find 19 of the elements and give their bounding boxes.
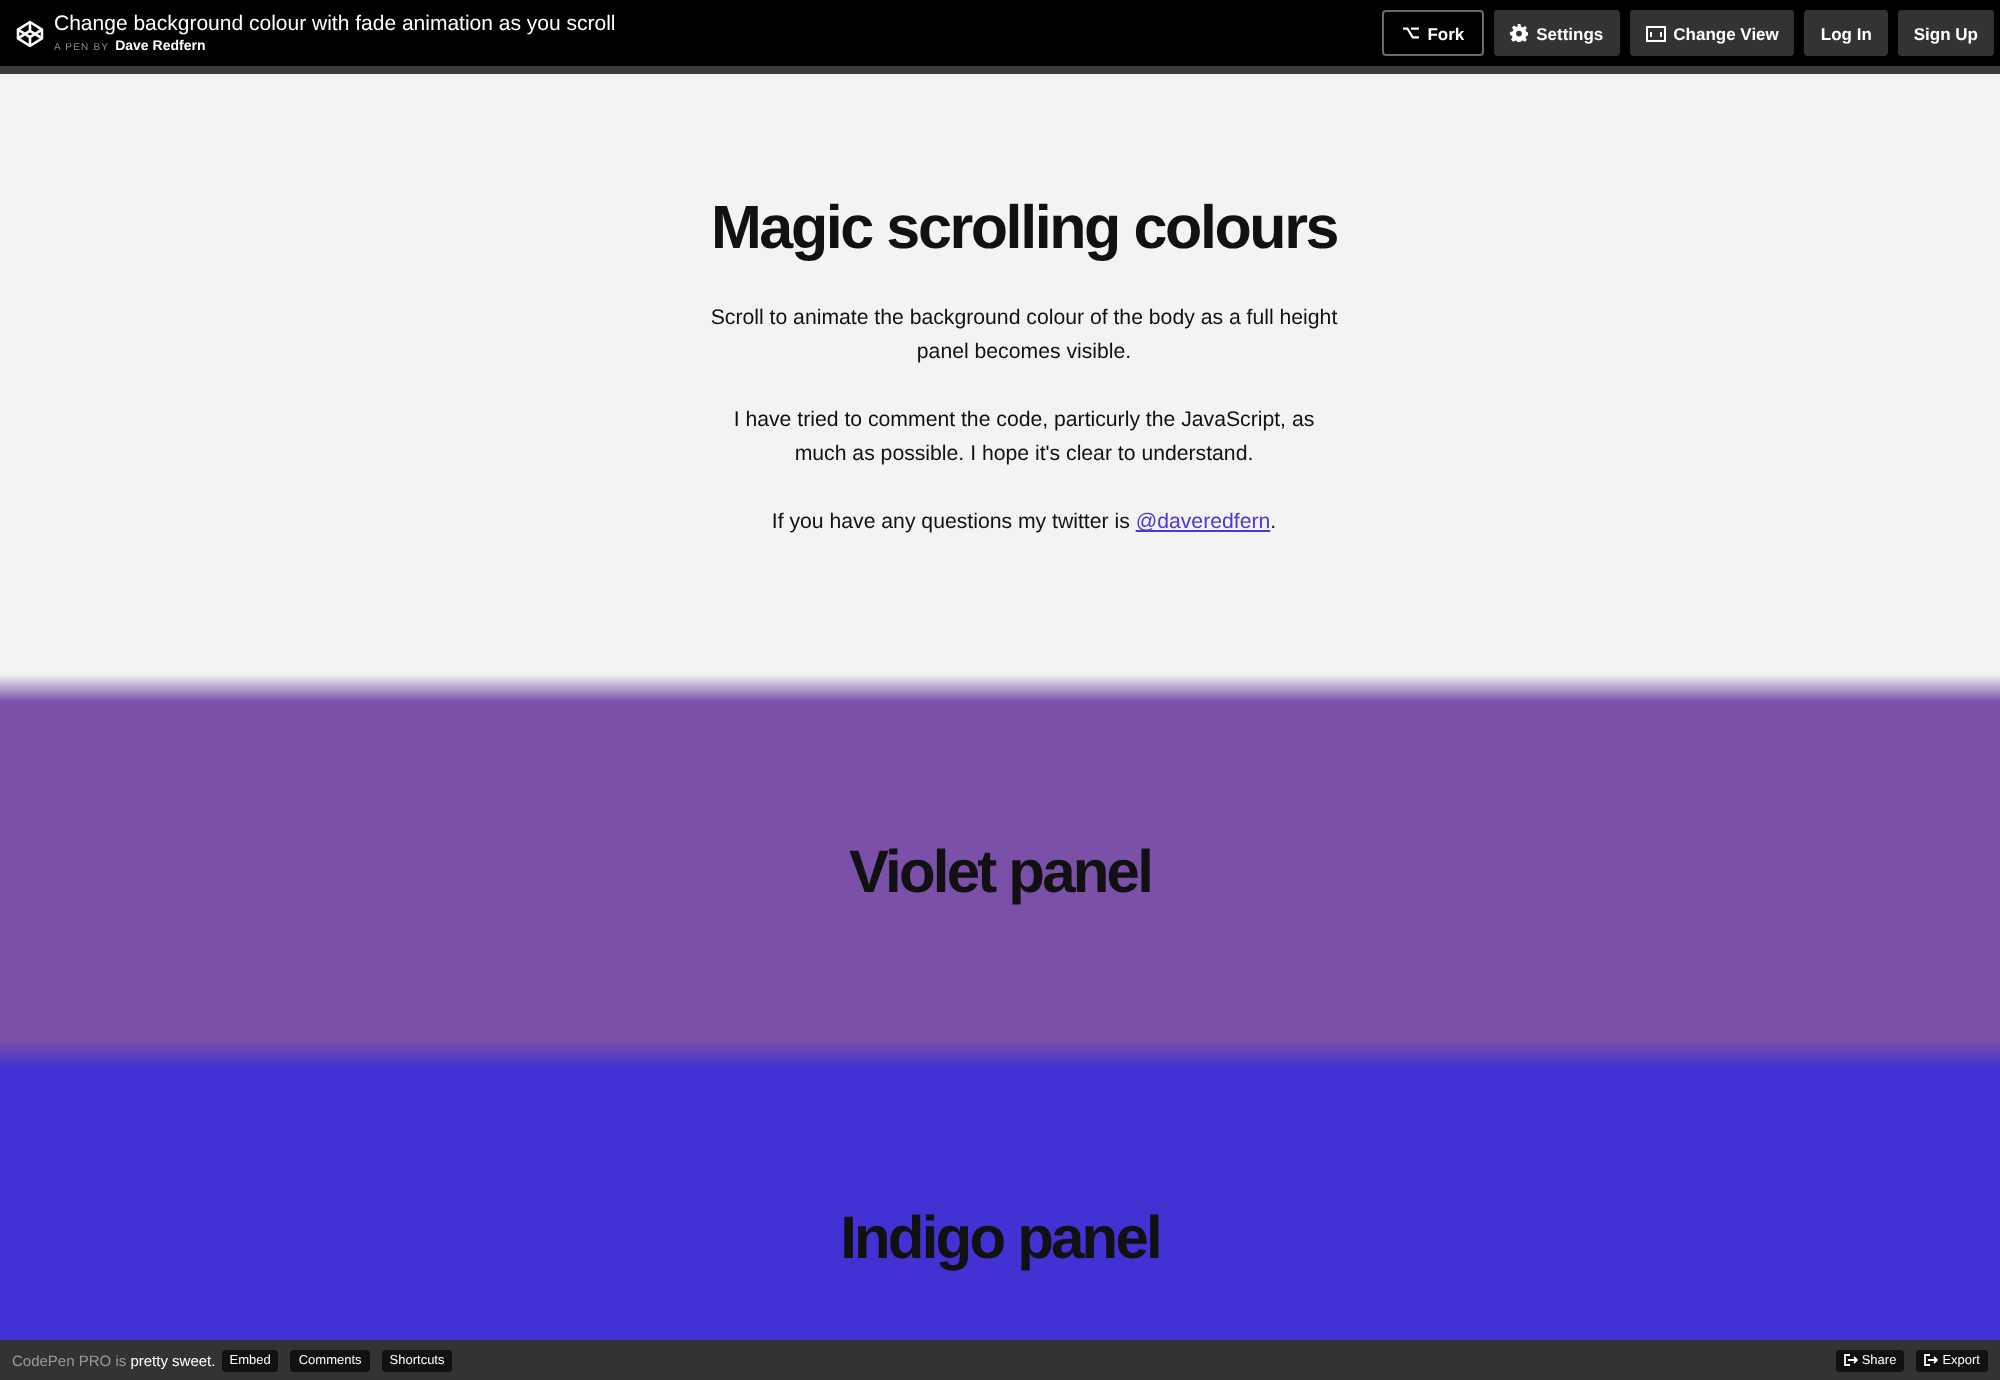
intro-paragraph: I have tried to comment the code, particurly the JavaScript, as much as possible. I hope it's clear to understand.	[731, 406, 1317, 470]
panel-heading: Violet panel	[846, 838, 1154, 910]
branch-icon	[1401, 26, 1420, 40]
contact-paragraph: If you have any questions my twitter is @daveredfern.	[769, 508, 1279, 538]
arrow-out-icon	[1924, 1354, 1939, 1366]
intro-paragraph: Scroll to animate the background colour of the body as a full height panel becomes visible.	[710, 304, 1338, 368]
header-button[interactable]: Log In	[1804, 10, 1888, 56]
twitter-link[interactable]: @daveredfern	[1135, 510, 1271, 534]
arrow-out-icon	[1843, 1354, 1858, 1366]
header-button[interactable]: Fork	[1381, 10, 1485, 56]
header-button[interactable]: Sign Up	[1897, 10, 1994, 56]
panel-heading: Indigo panel	[838, 1204, 1162, 1276]
header-button[interactable]: Settings	[1494, 10, 1620, 56]
cube-logo-icon[interactable]	[16, 19, 44, 47]
pen-title: Change background colour with fade animation as you scroll	[54, 9, 618, 37]
window-icon	[1645, 25, 1666, 41]
gear-icon	[1510, 24, 1529, 42]
page-heading: Magic scrolling colours	[708, 192, 1340, 264]
header-button[interactable]: Change View	[1629, 10, 1795, 56]
